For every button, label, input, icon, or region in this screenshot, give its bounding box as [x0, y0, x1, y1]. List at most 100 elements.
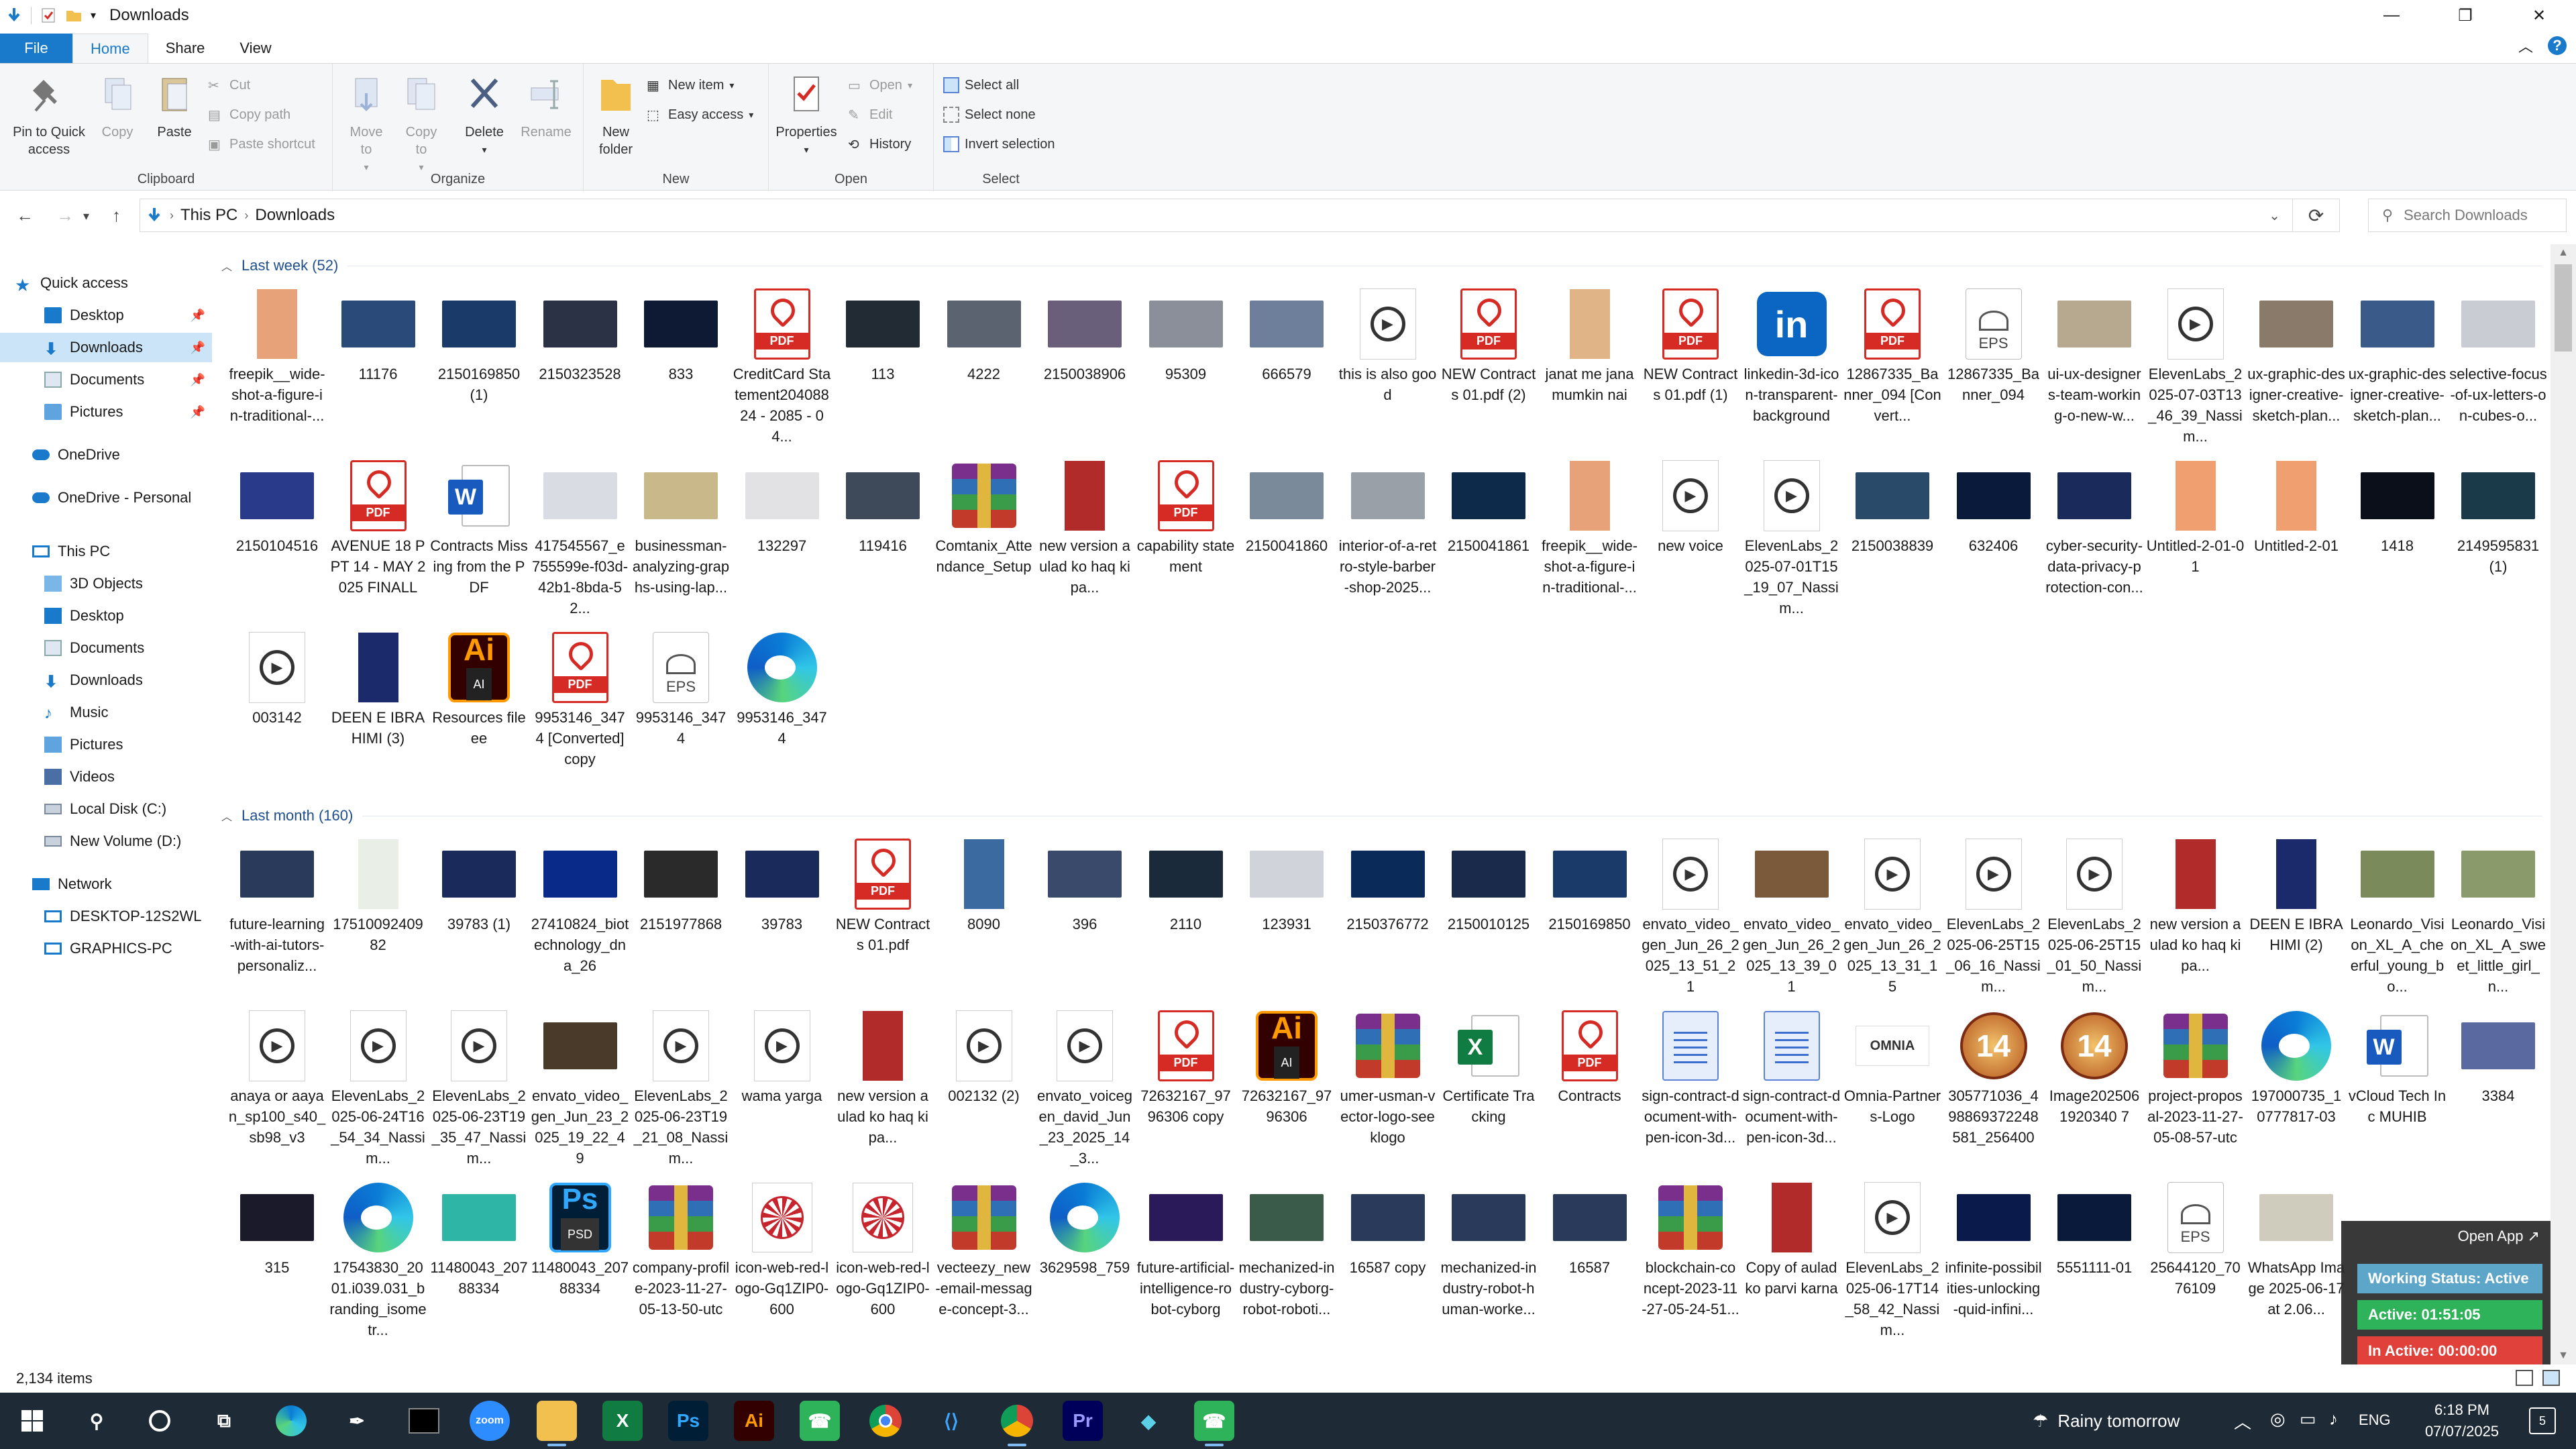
edge-icon[interactable]: [271, 1401, 311, 1441]
file-item[interactable]: cyber-security-data-privacy-protection-c…: [2045, 456, 2143, 598]
nav-this-pc[interactable]: This PC: [0, 537, 212, 566]
nav-quick-access[interactable]: ★ Quick access: [0, 268, 212, 298]
file-item[interactable]: PDF Contracts: [1541, 1006, 1639, 1106]
nav-desktop[interactable]: Desktop: [0, 601, 212, 631]
invert-selection-button[interactable]: Invert selection: [943, 131, 1055, 158]
file-item[interactable]: ▶ ElevenLabs_2025-07-01T15_19_07_Nassim..…: [1743, 456, 1841, 619]
file-item[interactable]: ▶ wama yarga: [733, 1006, 831, 1106]
vscode-icon[interactable]: ⟨⟩: [931, 1401, 971, 1441]
file-item[interactable]: 9953146_3474: [733, 628, 831, 749]
search-icon[interactable]: ⚲: [76, 1401, 117, 1441]
file-item[interactable]: 8090: [935, 835, 1033, 934]
file-item[interactable]: businessman-analyzing-graphs-using-lap..…: [632, 456, 730, 598]
file-item[interactable]: ▶ envato_video_gen_Jun_26_2025_13_51_21: [1642, 835, 1739, 997]
open-app-button[interactable]: Open App ↗: [2458, 1228, 2540, 1245]
file-item[interactable]: ▶ ElevenLabs_2025-06-17T14_58_42_Nassim..…: [1843, 1178, 1941, 1340]
file-item[interactable]: ui-ux-designers-team-working-o-new-w...: [2045, 284, 2143, 426]
copy-to-button[interactable]: Copy to ▾: [400, 73, 443, 176]
new-folder-button[interactable]: New folder: [592, 73, 640, 158]
file-item[interactable]: Ps PSD 11480043_20788334: [531, 1178, 629, 1299]
file-item[interactable]: Ai AI 72632167_9796306: [1238, 1006, 1336, 1127]
file-item[interactable]: 632406: [1945, 456, 2043, 556]
cut-button[interactable]: ✂ Cut: [208, 72, 250, 99]
file-item[interactable]: 27410824_biotechnology_dna_26: [531, 835, 629, 976]
file-item[interactable]: project-proposal-2023-11-27-05-08-57-utc: [2147, 1006, 2245, 1148]
nav-network[interactable]: Network: [0, 869, 212, 899]
scrollbar-thumb[interactable]: [2555, 264, 2572, 352]
file-item[interactable]: EPS 25644120_7076109: [2147, 1178, 2245, 1299]
file-item[interactable]: ▶ ElevenLabs_2025-06-25T15_06_16_Nassim..…: [1945, 835, 2043, 997]
chrome-profile-icon[interactable]: [997, 1401, 1037, 1446]
file-item[interactable]: 95309: [1137, 284, 1235, 384]
file-item[interactable]: new version aulad ko haq ki pa...: [834, 1006, 932, 1148]
file-item[interactable]: EPS 9953146_3474: [632, 628, 730, 749]
nav-quick-pictures[interactable]: Pictures 📌: [0, 397, 212, 427]
file-item[interactable]: 14 Image2025061920340 7: [2045, 1006, 2143, 1127]
file-item[interactable]: PDF 72632167_9796306 copy: [1137, 1006, 1235, 1127]
file-item[interactable]: 2150038906: [1036, 284, 1134, 384]
nav-music[interactable]: ♪ Music: [0, 698, 212, 727]
file-item[interactable]: DEEN E IBRAHIMI (3): [329, 628, 427, 749]
nav-network-computer[interactable]: DESKTOP-12S2WL: [0, 902, 212, 931]
file-item[interactable]: 119416: [834, 456, 932, 556]
vertical-scrollbar[interactable]: ▲ ▼: [2551, 244, 2576, 1364]
move-to-button[interactable]: Move to ▾: [345, 73, 388, 176]
premiere-icon[interactable]: Pr: [1063, 1401, 1103, 1441]
file-item[interactable]: ▶ 003142: [228, 628, 326, 728]
file-item[interactable]: 14 305771036_498869372248581_256400: [1945, 1006, 2043, 1148]
customize-toolbar-chevron-icon[interactable]: ▾: [91, 9, 96, 22]
easy-access-button[interactable]: ⬚ Easy access ▾: [647, 101, 753, 128]
file-item[interactable]: 2151977868: [632, 835, 730, 934]
file-item[interactable]: 11176: [329, 284, 427, 384]
file-item[interactable]: W Contracts Missing from the PDF: [430, 456, 528, 598]
file-item[interactable]: selective-focus-of-ux-letters-on-cubes-o…: [2449, 284, 2547, 426]
file-item[interactable]: icon-web-red-logo-Gq1ZIP0-600: [834, 1178, 932, 1320]
cortana-icon[interactable]: [140, 1401, 180, 1441]
file-item[interactable]: ▶ envato_video_gen_Jun_26_2025_13_31_15: [1843, 835, 1941, 997]
file-item[interactable]: infinite-possibilities-unlocking-quid-in…: [1945, 1178, 2043, 1320]
file-item[interactable]: DEEN E IBRAHIMI (2): [2247, 835, 2345, 955]
file-item[interactable]: 16587: [1541, 1178, 1639, 1278]
scroll-up-arrow-icon[interactable]: ▲: [2551, 244, 2576, 262]
group-header-last-month[interactable]: ︿ Last month (160): [221, 804, 2542, 828]
file-item[interactable]: 2150376772: [1339, 835, 1437, 934]
new-folder-icon[interactable]: [65, 7, 83, 24]
forward-arrow-icon[interactable]: →: [56, 205, 74, 226]
large-icons-view-icon[interactable]: [2542, 1370, 2560, 1386]
breadcrumb-this-pc[interactable]: This PC: [180, 206, 237, 225]
file-item[interactable]: PDF 12867335_Banner_094 [Convert...: [1843, 284, 1941, 426]
file-item[interactable]: X Certificate Tracking: [1440, 1006, 1538, 1127]
file-item[interactable]: freepik__wide-shot-a-figure-in-tradition…: [1541, 456, 1639, 598]
breadcrumb-downloads[interactable]: Downloads: [255, 206, 335, 225]
file-item[interactable]: 11480043_20788334: [430, 1178, 528, 1299]
file-item[interactable]: ▶ ElevenLabs_2025-06-24T16_54_34_Nassim..…: [329, 1006, 427, 1169]
group-header-last-week[interactable]: ︿ Last week (52): [221, 254, 2542, 278]
file-item[interactable]: 2150010125: [1440, 835, 1538, 934]
file-item[interactable]: Ai AI Resources fileee: [430, 628, 528, 749]
network-icon[interactable]: ▭: [2300, 1409, 2316, 1430]
file-item[interactable]: 4222: [935, 284, 1033, 384]
file-item[interactable]: 113: [834, 284, 932, 384]
file-item[interactable]: 197000735_10777817-03: [2247, 1006, 2345, 1127]
file-item[interactable]: PDF CreditCard Statement20408824 - 2085 -…: [733, 284, 831, 447]
chrome-icon[interactable]: [865, 1401, 906, 1441]
file-item[interactable]: 16587 copy: [1339, 1178, 1437, 1278]
start-windows-icon[interactable]: [12, 1401, 52, 1441]
file-item[interactable]: Copy of aulad ko parvi karna: [1743, 1178, 1841, 1299]
file-item[interactable]: company-profile-2023-11-27-05-13-50-utc: [632, 1178, 730, 1320]
file-item[interactable]: 123931: [1238, 835, 1336, 934]
paste-shortcut-button[interactable]: ▣ Paste shortcut: [208, 131, 315, 158]
location-icon[interactable]: ◎: [2270, 1409, 2286, 1430]
show-hidden-icons-chevron-icon[interactable]: ︿: [2234, 1409, 2251, 1434]
file-item[interactable]: envato_video_gen_Jun_23_2025_19_22_49: [531, 1006, 629, 1169]
file-item[interactable]: 1418: [2349, 456, 2447, 556]
paste-button[interactable]: Paste: [149, 73, 200, 141]
back-arrow-icon[interactable]: ←: [16, 205, 34, 226]
tab-view[interactable]: View: [222, 34, 288, 63]
file-item[interactable]: Untitled-2-01: [2247, 456, 2345, 556]
file-item[interactable]: PDF 9953146_3474 [Converted] copy: [531, 628, 629, 769]
file-item[interactable]: PDF NEW Contracts 01.pdf (2): [1440, 284, 1538, 405]
maximize-button[interactable]: ❐: [2428, 0, 2502, 31]
file-item[interactable]: freepik__wide-shot-a-figure-in-tradition…: [228, 284, 326, 426]
photoshop-icon[interactable]: Ps: [668, 1401, 708, 1441]
